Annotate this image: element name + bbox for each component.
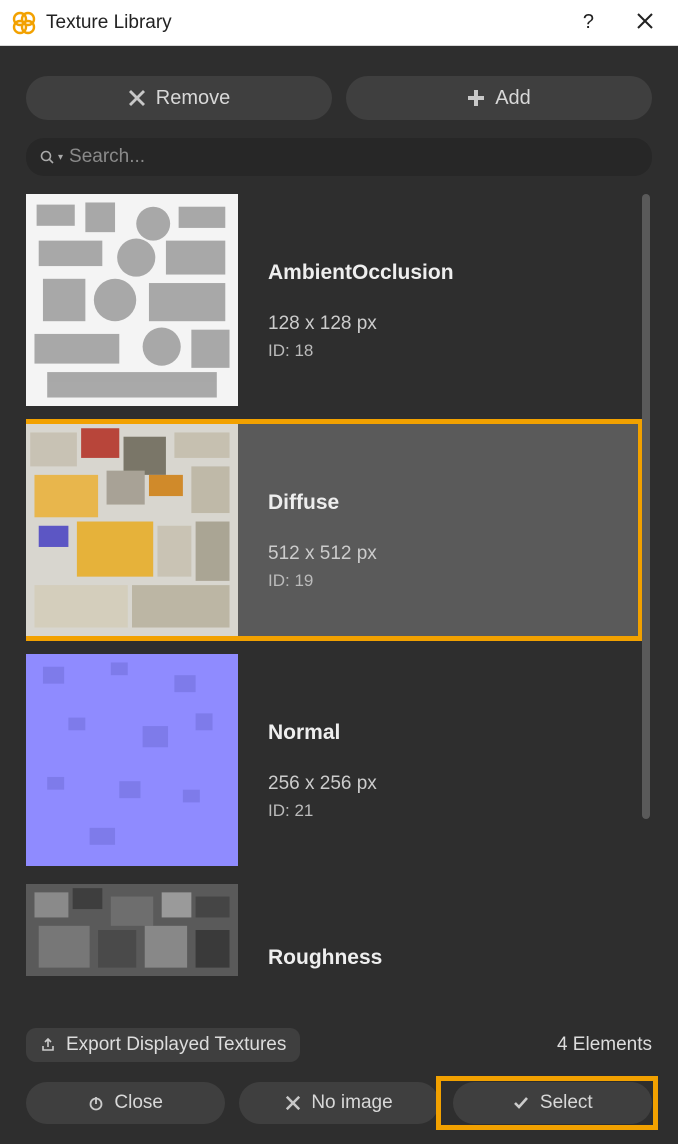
x-icon: [285, 1095, 301, 1111]
texture-id: ID: 19: [268, 571, 638, 591]
texture-thumbnail: [26, 194, 238, 406]
texture-meta: AmbientOcclusion 128 x 128 px ID: 18: [238, 194, 638, 406]
texture-thumbnail: [26, 424, 238, 636]
add-button-label: Add: [495, 87, 531, 110]
texture-item[interactable]: AmbientOcclusion 128 x 128 px ID: 18: [26, 194, 638, 406]
x-icon: [128, 89, 146, 107]
texture-id: ID: 21: [268, 801, 638, 821]
texture-thumbnail: [26, 654, 238, 866]
texture-dimensions: 512 x 512 px: [268, 543, 638, 565]
texture-dimensions: 128 x 128 px: [268, 313, 638, 335]
export-button[interactable]: Export Displayed Textures: [26, 1028, 300, 1062]
texture-item[interactable]: Roughness: [26, 884, 638, 976]
select-button[interactable]: Select: [453, 1082, 652, 1124]
close-button-label: Close: [114, 1092, 163, 1114]
content-area: Remove Add ▾: [0, 46, 678, 1082]
texture-list-container: AmbientOcclusion 128 x 128 px ID: 18: [26, 194, 652, 1016]
search-input[interactable]: [69, 146, 638, 168]
scrollbar[interactable]: [642, 194, 650, 819]
texture-dimensions: 256 x 256 px: [268, 773, 638, 795]
app-logo-icon: [12, 11, 36, 35]
texture-meta: Roughness: [238, 884, 638, 976]
texture-item[interactable]: Normal 256 x 256 px ID: 21: [26, 654, 638, 866]
add-button[interactable]: Add: [346, 76, 652, 120]
export-button-label: Export Displayed Textures: [66, 1034, 286, 1056]
power-icon: [88, 1095, 104, 1111]
no-image-button[interactable]: No image: [239, 1082, 438, 1124]
remove-button-label: Remove: [156, 87, 230, 110]
texture-name: Normal: [268, 721, 638, 745]
export-icon: [40, 1037, 56, 1053]
search-icon: [40, 150, 54, 164]
select-button-label: Select: [540, 1092, 593, 1114]
window-title: Texture Library: [46, 12, 555, 34]
plus-icon: [467, 89, 485, 107]
window-close-button[interactable]: [622, 10, 668, 36]
bottom-action-bar: Close No image Select: [0, 1082, 678, 1144]
title-bar: Texture Library ?: [0, 0, 678, 46]
help-button[interactable]: ?: [555, 11, 622, 34]
check-icon: [512, 1094, 530, 1112]
texture-name: Roughness: [268, 946, 638, 970]
texture-meta: Normal 256 x 256 px ID: 21: [238, 654, 638, 866]
texture-meta: Diffuse 512 x 512 px ID: 19: [238, 424, 638, 636]
texture-thumbnail: [26, 884, 238, 976]
texture-list[interactable]: AmbientOcclusion 128 x 128 px ID: 18: [26, 194, 652, 1016]
texture-name: Diffuse: [268, 491, 638, 515]
status-bar: Export Displayed Textures 4 Elements: [26, 1028, 652, 1062]
texture-item[interactable]: Diffuse 512 x 512 px ID: 19: [26, 424, 638, 636]
texture-name: AmbientOcclusion: [268, 261, 638, 285]
remove-button[interactable]: Remove: [26, 76, 332, 120]
chevron-down-icon[interactable]: ▾: [58, 152, 63, 163]
close-button[interactable]: Close: [26, 1082, 225, 1124]
no-image-button-label: No image: [311, 1092, 392, 1114]
elements-count: 4 Elements: [557, 1034, 652, 1056]
texture-id: ID: 18: [268, 341, 638, 361]
search-field[interactable]: ▾: [26, 138, 652, 176]
top-action-bar: Remove Add: [26, 76, 652, 120]
